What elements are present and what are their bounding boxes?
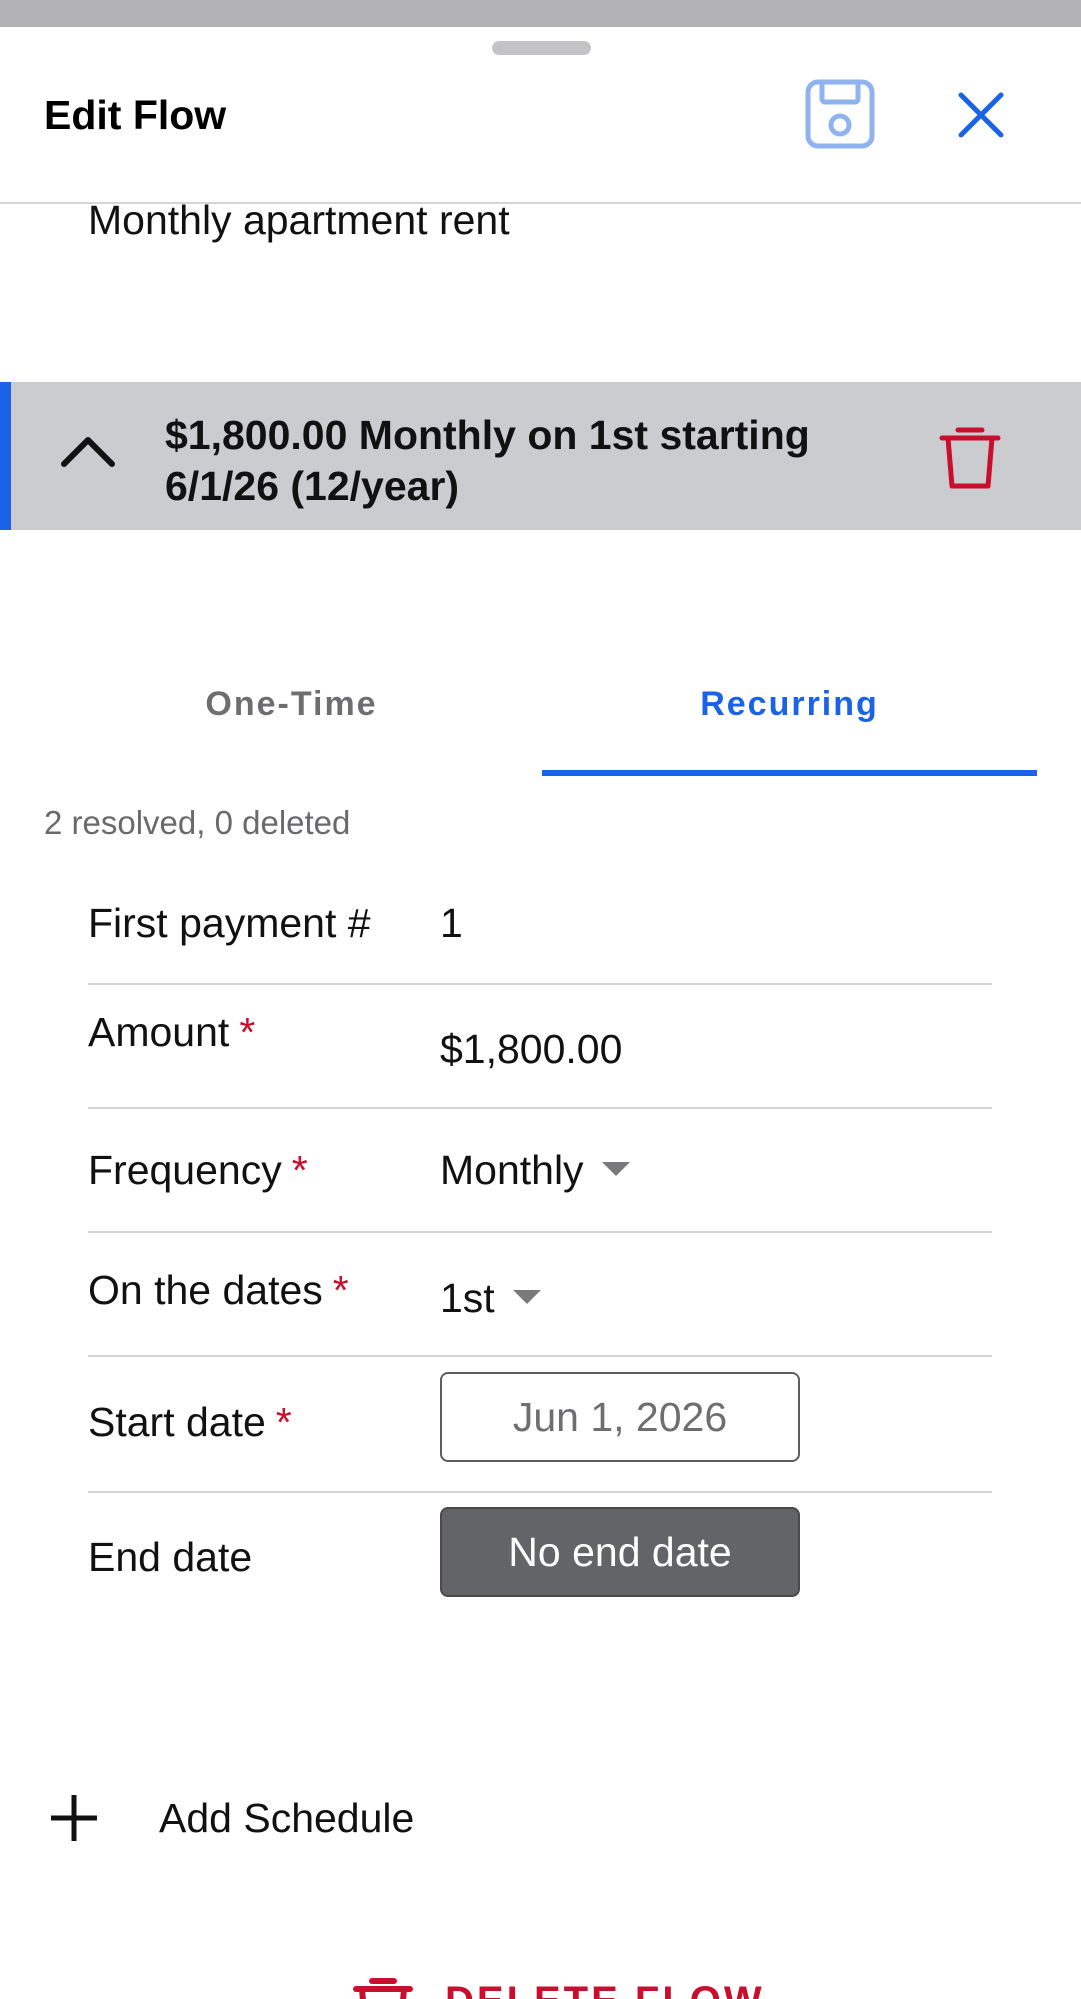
chevron-up-icon [61, 437, 115, 467]
status-bar-area [0, 0, 1081, 27]
amount-label-text: Amount [88, 1009, 230, 1055]
tab-label: Recurring [700, 685, 879, 723]
required-marker: * [239, 1009, 256, 1055]
frequency-label: Frequency * [88, 1147, 308, 1194]
amount-input[interactable]: $1,800.00 [440, 1026, 622, 1073]
collapse-schedule-button[interactable] [58, 420, 118, 480]
delete-flow-label: DELETE FLOW [445, 1979, 765, 1999]
first-payment-label: First payment # [88, 900, 371, 946]
start-date-row: Start date * Jun 1, 2026 [88, 1357, 992, 1493]
amount-row: Amount * $1,800.00 [88, 985, 992, 1109]
frequency-select[interactable]: Monthly [440, 1147, 630, 1194]
amount-label: Amount * [88, 1009, 255, 1056]
dates-value: 1st [440, 1275, 495, 1321]
first-payment-input[interactable]: 1 [440, 900, 463, 947]
page-title: Edit Flow [44, 92, 227, 138]
trash-icon [939, 427, 1001, 489]
caret-down-icon [601, 1162, 630, 1177]
resolution-status: 2 resolved, 0 deleted [44, 804, 351, 841]
add-schedule-button[interactable]: Add Schedule [44, 1765, 544, 1865]
save-icon [805, 79, 875, 149]
frequency-value: Monthly [440, 1147, 584, 1193]
start-date-picker[interactable]: Jun 1, 2026 [440, 1372, 800, 1462]
dates-select[interactable]: 1st [440, 1275, 541, 1322]
add-schedule-label: Add Schedule [159, 1795, 415, 1841]
delete-flow-button[interactable]: DELETE FLOW [345, 1965, 805, 1999]
active-tab-indicator [542, 770, 1037, 776]
caret-down-icon [512, 1290, 541, 1305]
sheet-header: Edit Flow [0, 27, 1081, 204]
dates-row: On the dates * 1st [88, 1233, 992, 1357]
flow-description[interactable]: Monthly apartment rent [88, 197, 510, 244]
first-payment-row: First payment # 1 [88, 865, 992, 985]
schedule-accent-bar [0, 382, 11, 530]
close-icon [958, 92, 1004, 138]
tab-recurring[interactable]: Recurring [542, 657, 1037, 777]
schedule-summary: $1,800.00 Monthly on 1st starting 6/1/26… [165, 412, 810, 509]
edit-flow-sheet: Edit Flow Monthly apartment rent $1,800.… [0, 27, 1081, 1999]
end-date-button[interactable]: No end date [440, 1507, 800, 1597]
tab-one-time[interactable]: One-Time [44, 657, 539, 777]
required-marker: * [332, 1267, 349, 1313]
trash-icon [353, 1978, 413, 1999]
end-date-row: End date No end date [88, 1493, 992, 1613]
frequency-row: Frequency * Monthly [88, 1109, 992, 1233]
close-button[interactable] [955, 89, 1007, 141]
end-date-label: End date [88, 1534, 253, 1580]
required-marker: * [291, 1147, 308, 1193]
start-date-label: Start date * [88, 1399, 292, 1446]
schedule-header[interactable]: $1,800.00 Monthly on 1st starting 6/1/26… [0, 382, 1081, 530]
plus-icon [51, 1795, 97, 1841]
save-button[interactable] [805, 79, 875, 149]
start-date-label-text: Start date [88, 1399, 266, 1445]
required-marker: * [275, 1399, 292, 1445]
tab-label: One-Time [205, 685, 378, 723]
dates-label-text: On the dates [88, 1267, 323, 1313]
frequency-label-text: Frequency [88, 1147, 282, 1193]
dates-label: On the dates * [88, 1267, 349, 1314]
delete-schedule-button[interactable] [934, 420, 1006, 492]
